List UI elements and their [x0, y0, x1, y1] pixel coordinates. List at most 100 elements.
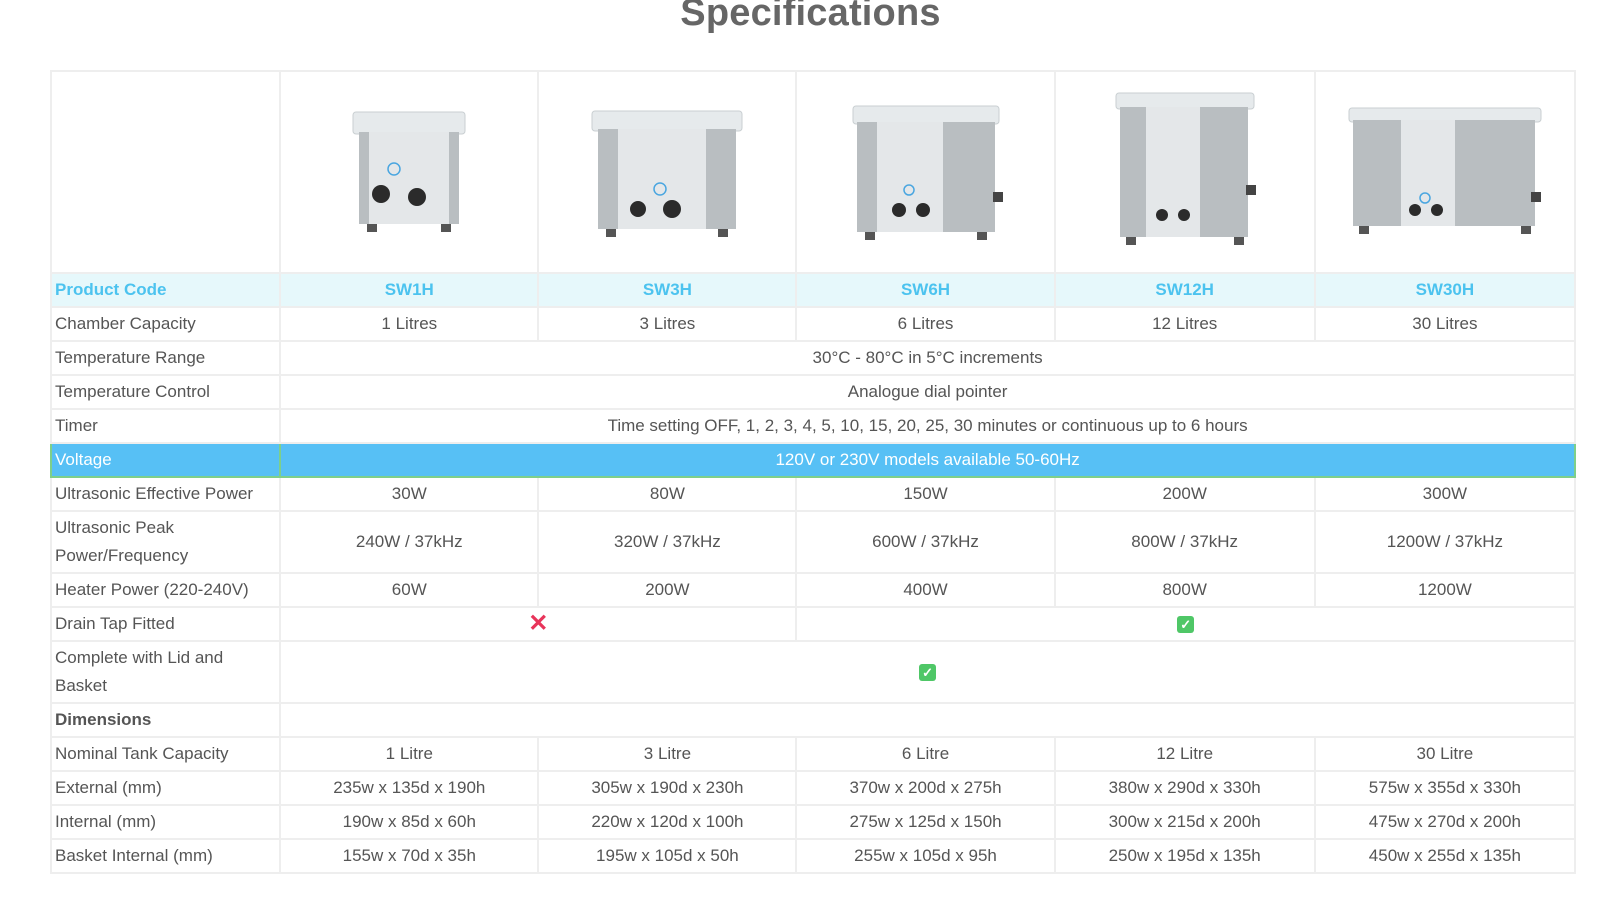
lid-basket-row: Complete with Lid and Basket ✓	[49, 640, 1576, 704]
table-cell: 575w x 355d x 330h	[1313, 770, 1577, 806]
table-cell: ✓	[795, 606, 1576, 642]
product-code-row: Product Code SW1H SW3H SW6H SW12H SW30H	[49, 272, 1577, 308]
product-code: SW6H	[795, 272, 1056, 308]
table-cell: ✕	[279, 606, 798, 642]
temperature-range-row: Temperature Range 30°C - 80°C in 5°C inc…	[49, 340, 1576, 376]
product-image	[591, 110, 743, 237]
table-cell: 6 Litres	[795, 306, 1056, 342]
table-cell: 255w x 105d x 95h	[795, 838, 1056, 874]
table-cell: 200W	[537, 572, 798, 608]
table-cell: 30°C - 80°C in 5°C increments	[279, 340, 1576, 376]
table-cell: 275w x 125d x 150h	[795, 804, 1056, 840]
row-label: Voltage	[49, 442, 282, 478]
product-code: SW1H	[279, 272, 540, 308]
table-cell: 190w x 85d x 60h	[279, 804, 540, 840]
temperature-control-row: Temperature Control Analogue dial pointe…	[49, 374, 1576, 410]
table-cell: 450w x 255d x 135h	[1313, 838, 1577, 874]
product-image-cell	[1053, 70, 1316, 274]
table-cell: 30 Litre	[1313, 736, 1577, 772]
product-image-cell	[279, 70, 540, 274]
table-cell: 200W	[1053, 476, 1316, 512]
table-cell: 240W / 37kHz	[279, 510, 540, 574]
table-cell: 300W	[1313, 476, 1577, 512]
empty-header-cell	[49, 70, 282, 274]
table-cell: 320W / 37kHz	[537, 510, 798, 574]
table-cell: 800W / 37kHz	[1053, 510, 1316, 574]
row-label: Complete with Lid and Basket	[49, 640, 282, 704]
table-cell: 150W	[795, 476, 1056, 512]
table-cell	[279, 702, 1576, 738]
row-label: Drain Tap Fitted	[49, 606, 282, 642]
table-cell: 60W	[279, 572, 540, 608]
row-label: Temperature Control	[49, 374, 282, 410]
table-cell: 1200W	[1313, 572, 1577, 608]
heater-power-row: Heater Power (220-240V) 60W 200W 400W 80…	[49, 572, 1577, 608]
table-cell: 800W	[1053, 572, 1316, 608]
table-cell: 1 Litres	[279, 306, 540, 342]
check-icon: ✓	[1177, 616, 1195, 633]
table-cell: 250w x 195d x 135h	[1053, 838, 1316, 874]
row-label: Ultrasonic Effective Power	[49, 476, 282, 512]
table-cell: Analogue dial pointer	[279, 374, 1576, 410]
table-cell: 195w x 105d x 50h	[537, 838, 798, 874]
timer-row: Timer Time setting OFF, 1, 2, 3, 4, 5, 1…	[49, 408, 1576, 444]
product-image	[1348, 107, 1542, 234]
internal-dimensions-row: Internal (mm) 190w x 85d x 60h 220w x 12…	[49, 804, 1577, 840]
product-image	[352, 111, 466, 232]
row-label: Product Code	[49, 272, 282, 308]
section-heading: Dimensions	[49, 702, 282, 738]
product-code: SW12H	[1053, 272, 1316, 308]
table-cell: 1 Litre	[279, 736, 540, 772]
chamber-capacity-row: Chamber Capacity 1 Litres 3 Litres 6 Lit…	[49, 306, 1577, 342]
dimensions-header-row: Dimensions	[49, 702, 1576, 738]
image-row	[49, 70, 1577, 274]
page-title: Specifications	[680, 0, 941, 34]
table-cell: 1200W / 37kHz	[1313, 510, 1577, 574]
product-image	[1115, 92, 1256, 245]
cross-icon: ✕	[528, 610, 549, 637]
row-label: Ultrasonic Peak Power/Frequency	[49, 510, 282, 574]
row-label: Internal (mm)	[49, 804, 282, 840]
external-dimensions-row: External (mm) 235w x 135d x 190h 305w x …	[49, 770, 1577, 806]
voltage-row: Voltage 120V or 230V models available 50…	[49, 442, 1576, 478]
check-icon: ✓	[919, 664, 937, 681]
table-cell: 400W	[795, 572, 1056, 608]
product-image-cell	[537, 70, 798, 274]
row-label: Chamber Capacity	[49, 306, 282, 342]
table-cell: 300w x 215d x 200h	[1053, 804, 1316, 840]
table-cell: 12 Litre	[1053, 736, 1316, 772]
row-label: Basket Internal (mm)	[49, 838, 282, 874]
product-code: SW30H	[1313, 272, 1577, 308]
drain-tap-row: Drain Tap Fitted ✕ ✓	[49, 606, 1576, 642]
product-image	[852, 105, 1003, 240]
table-cell: 30 Litres	[1313, 306, 1577, 342]
table-cell: Time setting OFF, 1, 2, 3, 4, 5, 10, 15,…	[279, 408, 1576, 444]
table-cell: 30W	[279, 476, 540, 512]
table-cell: 155w x 70d x 35h	[279, 838, 540, 874]
peak-power-row: Ultrasonic Peak Power/Frequency 240W / 3…	[49, 510, 1577, 574]
product-code: SW3H	[537, 272, 798, 308]
table-cell: 370w x 200d x 275h	[795, 770, 1056, 806]
row-label: Heater Power (220-240V)	[49, 572, 282, 608]
table-cell: 3 Litres	[537, 306, 798, 342]
product-image-cell	[795, 70, 1056, 274]
table-cell: 3 Litre	[537, 736, 798, 772]
table-cell: 80W	[537, 476, 798, 512]
row-label: Nominal Tank Capacity	[49, 736, 282, 772]
row-label: Timer	[49, 408, 282, 444]
basket-dimensions-row: Basket Internal (mm) 155w x 70d x 35h 19…	[49, 838, 1577, 874]
nominal-capacity-row: Nominal Tank Capacity 1 Litre 3 Litre 6 …	[49, 736, 1577, 772]
table-cell: 600W / 37kHz	[795, 510, 1056, 574]
table-cell: 12 Litres	[1053, 306, 1316, 342]
row-label: Temperature Range	[49, 340, 282, 376]
table-cell: 305w x 190d x 230h	[537, 770, 798, 806]
table-cell: 120V or 230V models available 50-60Hz	[279, 442, 1576, 478]
table-cell: 6 Litre	[795, 736, 1056, 772]
effective-power-row: Ultrasonic Effective Power 30W 80W 150W …	[49, 476, 1577, 512]
specifications-table: Product Code SW1H SW3H SW6H SW12H SW30H …	[49, 70, 1577, 874]
table-cell: ✓	[279, 640, 1576, 704]
row-label: External (mm)	[49, 770, 282, 806]
product-image-cell	[1313, 70, 1577, 274]
table-cell: 475w x 270d x 200h	[1313, 804, 1577, 840]
table-cell: 235w x 135d x 190h	[279, 770, 540, 806]
